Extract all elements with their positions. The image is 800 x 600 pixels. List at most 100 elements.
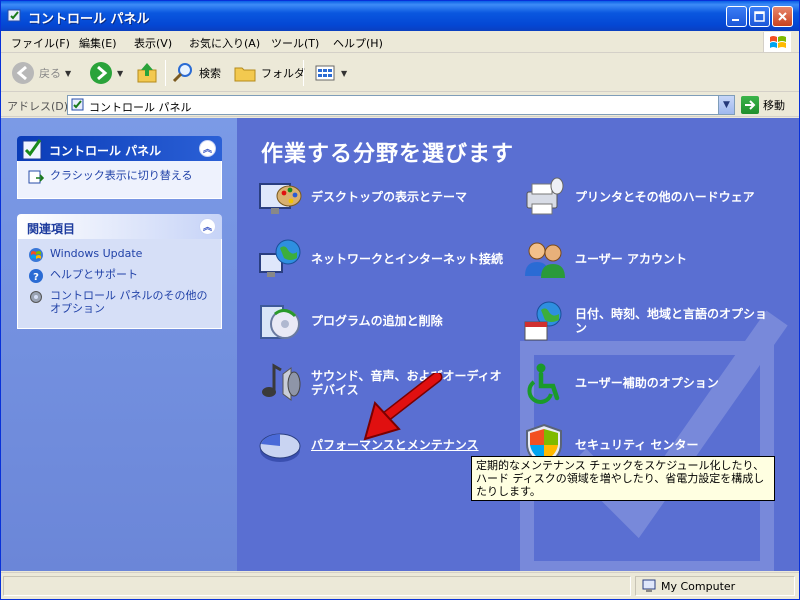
- minimize-button[interactable]: [726, 6, 747, 27]
- task-pane: コントロール パネル ︽ クラシック表示に切り替える 関連項目 ︽ Window…: [1, 118, 237, 571]
- printers-hardware-label: プリンタとその他のハードウェア: [575, 190, 755, 204]
- views-dropdown-icon[interactable]: ▼: [341, 69, 347, 78]
- sound-speaker-icon: [262, 363, 301, 401]
- collapse-chevron-icon[interactable]: ︽: [199, 218, 216, 235]
- classic-view-icon: [28, 170, 44, 184]
- menu-help[interactable]: ヘルプ(H): [333, 35, 383, 51]
- go-arrow-icon: [741, 96, 759, 114]
- add-remove-programs-icon: [260, 305, 300, 339]
- category-desktop-themes[interactable]: デスクトップの表示とテーマ: [257, 174, 511, 220]
- network-globe-icon: [259, 239, 301, 277]
- views-button[interactable]: ▼: [313, 58, 347, 88]
- search-button[interactable]: 検索: [171, 58, 221, 88]
- svg-text:?: ?: [33, 272, 39, 283]
- window-title: コントロール パネル: [28, 12, 150, 27]
- windows-logo: [763, 32, 791, 52]
- help-support-link[interactable]: ? ヘルプとサポート: [28, 268, 211, 284]
- control-panel-window: コントロール パネル ファイル(F) 編集(E) 表示(V) お気に入り(A) …: [0, 0, 800, 600]
- address-input[interactable]: コントロール パネル ▼: [67, 95, 735, 115]
- back-arrow-icon: [12, 62, 34, 84]
- up-folder-button[interactable]: [135, 58, 159, 88]
- related-topics-body: Windows Update ? ヘルプとサポート コントロール パネルのその他…: [17, 239, 222, 329]
- user-accounts-label: ユーザー アカウント: [575, 252, 687, 266]
- folders-label: フォルダ: [261, 67, 305, 80]
- related-topics-title: 関連項目: [27, 222, 76, 236]
- my-computer-icon: [642, 579, 656, 592]
- accessibility-wheelchair-icon: [527, 363, 560, 404]
- folders-button[interactable]: フォルダ: [233, 58, 305, 88]
- control-panel-icon: [7, 9, 21, 22]
- collapse-chevron-icon[interactable]: ︽: [199, 140, 216, 157]
- control-panel-taskbox-title: コントロール パネル: [49, 144, 162, 158]
- desktop-themes-label: デスクトップの表示とテーマ: [311, 190, 468, 204]
- help-icon: ?: [29, 269, 43, 283]
- accessibility-label: ユーザー補助のオプション: [575, 376, 719, 390]
- toolbar: 戻る ▼ ▼ 検索 フォルダ ▼: [1, 54, 799, 92]
- windows-flag-icon: [769, 36, 786, 48]
- folders-icon: [234, 67, 256, 82]
- switch-classic-view-link[interactable]: クラシック表示に切り替える: [28, 169, 211, 185]
- add-remove-programs-label: プログラムの追加と削除: [311, 314, 443, 328]
- maximize-button[interactable]: [749, 6, 770, 27]
- date-time-region-label: 日付、時刻、地域と言語のオプション: [575, 307, 768, 335]
- related-topics-header[interactable]: 関連項目 ︽: [17, 214, 222, 239]
- category-network-internet[interactable]: ネットワークとインターネット接続: [257, 236, 511, 282]
- toolbar-separator: [165, 60, 166, 86]
- menu-edit[interactable]: 編集(E): [79, 35, 117, 51]
- control-panel-taskbox-body: クラシック表示に切り替える: [17, 161, 222, 199]
- address-value: コントロール パネル: [89, 101, 192, 114]
- network-internet-label: ネットワークとインターネット接続: [311, 252, 504, 266]
- menu-tools[interactable]: ツール(T): [271, 35, 319, 51]
- security-center-label: セキュリティ センター: [575, 438, 699, 452]
- red-pointer-arrow-icon: [363, 373, 443, 441]
- control-panel-icon: [71, 98, 84, 111]
- back-dropdown-icon[interactable]: ▼: [65, 69, 71, 78]
- zone-label: My Computer: [661, 579, 736, 593]
- control-panel-taskbox-header[interactable]: コントロール パネル ︽: [17, 136, 222, 161]
- status-segment-zone: My Computer: [635, 576, 795, 596]
- user-accounts-icon: [525, 242, 565, 278]
- back-label: 戻る: [39, 67, 61, 80]
- title-bar[interactable]: コントロール パネル: [1, 1, 799, 31]
- content-area: コントロール パネル ︽ クラシック表示に切り替える 関連項目 ︽ Window…: [1, 118, 799, 571]
- up-folder-icon: [137, 63, 157, 83]
- search-label: 検索: [199, 67, 221, 80]
- windows-update-link[interactable]: Windows Update: [28, 247, 211, 263]
- help-support-label: ヘルプとサポート: [50, 268, 138, 281]
- menu-favorites[interactable]: お気に入り(A): [189, 35, 260, 51]
- category-tooltip: 定期的なメンテナンス チェックをスケジュール化したり、ハード ディスクの領域を増…: [471, 456, 775, 501]
- category-user-accounts[interactable]: ユーザー アカウント: [521, 236, 775, 282]
- performance-pie-chart-icon: [259, 433, 301, 462]
- forward-dropdown-icon[interactable]: ▼: [117, 69, 123, 78]
- related-topics-taskbox: 関連項目 ︽ Windows Update ? ヘルプとサポート コントロール …: [17, 214, 222, 329]
- printer-icon: [526, 177, 564, 215]
- category-add-remove-programs[interactable]: プログラムの追加と削除: [257, 298, 511, 344]
- search-icon: [172, 63, 192, 83]
- forward-button[interactable]: ▼: [89, 58, 123, 88]
- close-button[interactable]: [772, 6, 793, 27]
- windows-update-label: Windows Update: [50, 247, 143, 260]
- category-printers-hardware[interactable]: プリンタとその他のハードウェア: [521, 174, 775, 220]
- address-bar: アドレス(D) コントロール パネル ▼ 移動: [1, 93, 799, 117]
- category-date-time-region[interactable]: 日付、時刻、地域と言語のオプション: [521, 298, 775, 344]
- gear-icon: [30, 291, 42, 303]
- menu-bar: ファイル(F) 編集(E) 表示(V) お気に入り(A) ツール(T) ヘルプ(…: [1, 31, 799, 53]
- address-label: アドレス(D): [7, 100, 69, 113]
- menu-view[interactable]: 表示(V): [134, 35, 172, 51]
- address-dropdown-icon[interactable]: ▼: [718, 96, 734, 114]
- switch-classic-view-label: クラシック表示に切り替える: [50, 169, 193, 182]
- main-title: 作業する分野を選びます: [261, 142, 515, 167]
- date-time-globe-icon: [524, 301, 562, 341]
- menu-file[interactable]: ファイル(F): [11, 35, 70, 51]
- minimize-icon: [732, 19, 739, 21]
- back-button[interactable]: 戻る ▼: [11, 58, 71, 88]
- go-label: 移動: [763, 99, 785, 112]
- category-pane: 作業する分野を選びます デスクトップの表示とテーマ ネットワークとインターネット…: [237, 118, 799, 571]
- other-cp-options-link[interactable]: コントロール パネルのその他のオプション: [28, 289, 211, 315]
- control-panel-large-icon: [22, 139, 42, 160]
- views-icon: [315, 65, 335, 81]
- other-cp-options-label: コントロール パネルのその他のオプション: [50, 289, 208, 315]
- close-icon: [778, 12, 787, 21]
- category-accessibility[interactable]: ユーザー補助のオプション: [521, 360, 775, 406]
- go-button[interactable]: 移動: [741, 96, 785, 114]
